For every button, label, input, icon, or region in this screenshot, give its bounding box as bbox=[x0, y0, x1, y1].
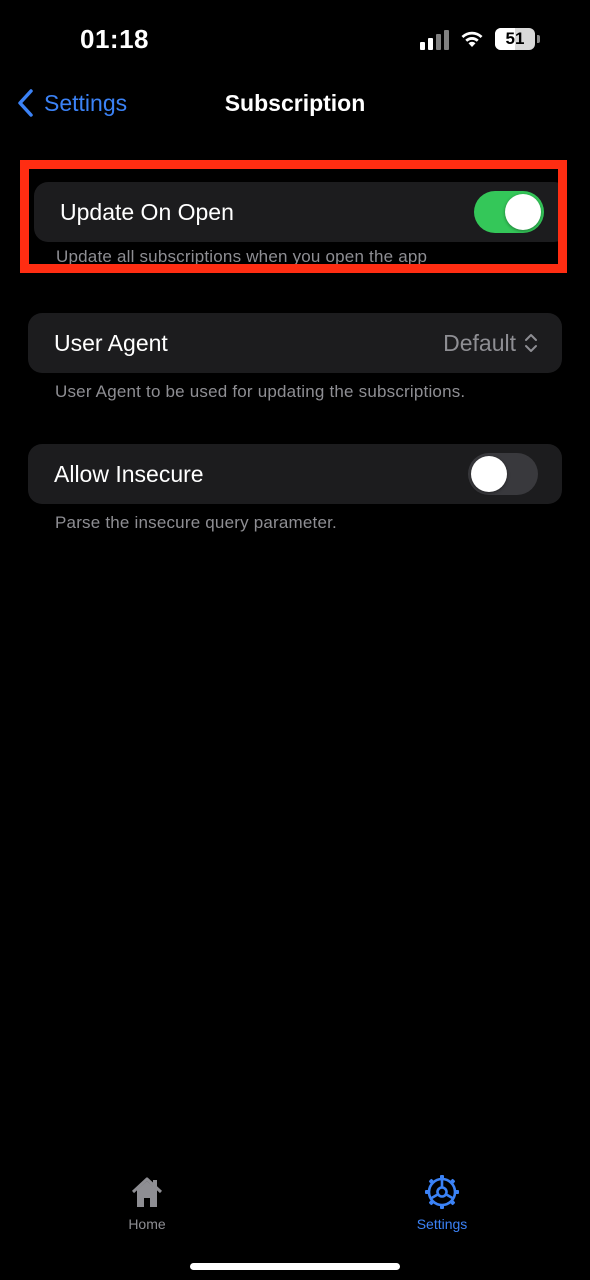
house-icon bbox=[131, 1177, 163, 1207]
battery-cap bbox=[537, 35, 540, 43]
tab-home-label: Home bbox=[128, 1216, 166, 1232]
status-time: 01:18 bbox=[80, 24, 149, 54]
battery-icon: 51 bbox=[495, 28, 535, 50]
battery-level: 51 bbox=[505, 29, 525, 48]
allow-insecure-row: Allow Insecure bbox=[28, 444, 562, 504]
user-agent-row[interactable]: User Agent Default bbox=[28, 313, 562, 373]
wifi-icon bbox=[461, 31, 483, 47]
toggle-knob bbox=[505, 194, 541, 230]
page-title: Subscription bbox=[224, 90, 366, 116]
highlight-box: Update On Open Update all subscriptions … bbox=[20, 160, 567, 273]
tab-settings-label: Settings bbox=[416, 1216, 468, 1232]
tab-home[interactable]: Home bbox=[97, 1172, 197, 1232]
chevron-up-down-icon bbox=[525, 334, 537, 352]
status-bar: 01:18 51 bbox=[0, 0, 590, 80]
user-agent-footnote: User Agent to be used for updating the s… bbox=[55, 382, 466, 401]
gear-icon bbox=[425, 1175, 459, 1209]
user-agent-value: Default bbox=[443, 329, 516, 356]
update-on-open-row: Update On Open bbox=[34, 182, 558, 242]
allow-insecure-footnote: Parse the insecure query parameter. bbox=[55, 513, 337, 532]
user-agent-picker[interactable]: Default bbox=[443, 330, 538, 357]
tab-settings[interactable]: Settings bbox=[392, 1172, 492, 1232]
tab-bar: Home Settings bbox=[0, 1160, 590, 1280]
cellular-signal-icon bbox=[420, 28, 449, 50]
home-indicator bbox=[190, 1263, 400, 1270]
status-icons: 51 bbox=[420, 28, 540, 50]
update-on-open-toggle[interactable] bbox=[474, 191, 544, 233]
allow-insecure-label: Allow Insecure bbox=[54, 460, 204, 487]
update-on-open-label: Update On Open bbox=[60, 198, 234, 225]
toggle-knob bbox=[471, 456, 507, 492]
update-on-open-footnote: Update all subscriptions when you open t… bbox=[56, 247, 428, 266]
user-agent-label: User Agent bbox=[54, 329, 168, 356]
allow-insecure-toggle[interactable] bbox=[468, 453, 538, 495]
navigation-bar: Settings Subscription bbox=[0, 80, 590, 130]
